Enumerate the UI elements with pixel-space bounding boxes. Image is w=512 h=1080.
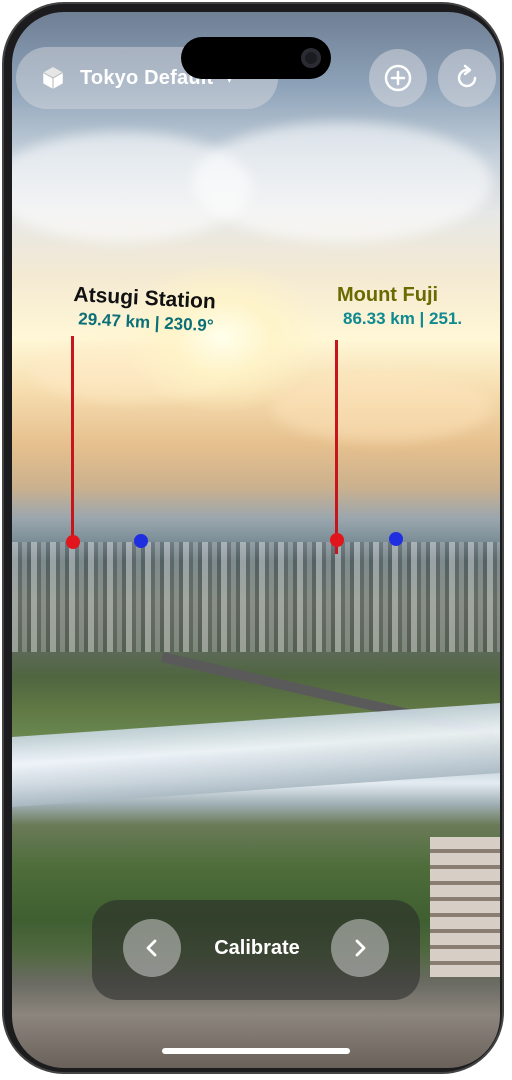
front-camera <box>301 48 321 68</box>
sun <box>122 262 322 412</box>
poi-distance: 86.33 km | 251. <box>343 309 463 328</box>
river <box>12 702 500 808</box>
poi-anchor-dot[interactable] <box>66 535 80 549</box>
home-indicator[interactable] <box>162 1048 350 1054</box>
poi-label-atsugi[interactable]: Atsugi Station 29.47 km | 230.9° <box>72 283 217 336</box>
calibrate-label: Calibrate <box>214 937 300 959</box>
building <box>430 837 500 977</box>
poi-label-fuji[interactable]: Mount Fuji 86.33 km | 251. <box>337 284 462 329</box>
cube-icon <box>42 67 64 89</box>
poi-marker-line <box>71 336 74 542</box>
plus-circle-icon <box>384 64 412 92</box>
poi-anchor-dot[interactable] <box>330 533 344 547</box>
refresh-button[interactable] <box>438 49 496 107</box>
chevron-left-icon <box>146 939 157 957</box>
poi-name: Mount Fuji <box>337 284 439 306</box>
calibration-dot[interactable] <box>134 534 148 548</box>
city-skyline <box>12 542 500 652</box>
poi-marker-line <box>335 340 338 554</box>
previous-button[interactable] <box>123 919 181 977</box>
chevron-right-icon <box>355 939 366 957</box>
add-button[interactable] <box>369 49 427 107</box>
next-button[interactable] <box>331 919 389 977</box>
refresh-icon <box>457 64 477 88</box>
calibration-dot[interactable] <box>389 532 403 546</box>
dynamic-island <box>181 37 331 79</box>
